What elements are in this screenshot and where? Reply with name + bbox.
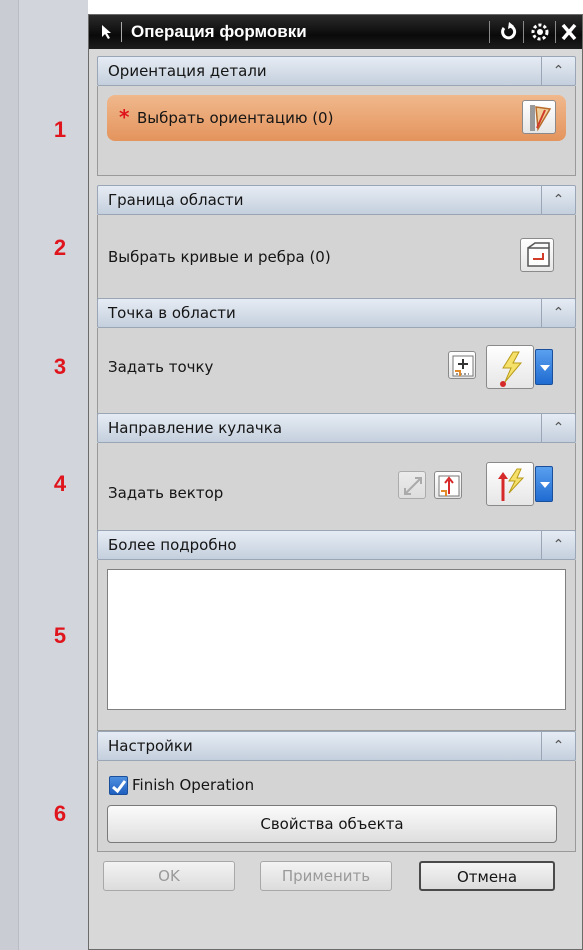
- section-body-point-in-region: Задать точку: [97, 328, 576, 416]
- section-header-region-boundary[interactable]: Граница области ⌃: [97, 185, 576, 215]
- section-body-part-orientation: * Выбрать ориентацию (0): [97, 86, 576, 176]
- chevron-up-icon[interactable]: ⌃: [541, 732, 575, 760]
- specify-vector-label: Задать вектор: [108, 484, 224, 502]
- vector-method-dropdown[interactable]: [535, 466, 553, 502]
- chevron-up-icon[interactable]: ⌃: [541, 414, 575, 442]
- inferred-point-icon[interactable]: [486, 345, 534, 389]
- select-orientation-label: Выбрать ориентацию (0): [137, 109, 334, 127]
- titlebar-separator: [121, 22, 122, 42]
- titlebar-separator: [523, 21, 524, 43]
- section-title: Граница области: [108, 191, 244, 209]
- ok-button[interactable]: OK: [103, 861, 235, 891]
- section-title: Точка в области: [108, 304, 236, 322]
- finish-operation-label: Finish Operation: [132, 776, 255, 794]
- chevron-up-icon[interactable]: ⌃: [541, 186, 575, 214]
- cancel-button[interactable]: Отмена: [419, 861, 555, 891]
- vector-dialog-icon[interactable]: [434, 471, 462, 499]
- chevron-up-icon[interactable]: ⌃: [541, 57, 575, 85]
- curve-select-icon[interactable]: [520, 238, 554, 272]
- pointer-arrow-icon: [99, 23, 117, 41]
- section-body-cam-direction: Задать вектор: [97, 443, 576, 533]
- gear-icon[interactable]: [527, 20, 553, 44]
- section-body-region-boundary: Выбрать кривые и ребра (0): [97, 215, 576, 301]
- section-title: Направление кулачка: [108, 419, 283, 437]
- section-header-point-in-region[interactable]: Точка в области ⌃: [97, 298, 576, 328]
- section-title: Более подробно: [108, 536, 237, 554]
- step-number-4: 4: [53, 471, 67, 496]
- titlebar-separator: [489, 21, 490, 43]
- section-title: Ориентация детали: [108, 62, 267, 80]
- step-number-5: 5: [53, 623, 67, 648]
- chevron-up-icon[interactable]: ⌃: [541, 531, 575, 559]
- molding-operation-dialog: Операция формовки Ориентация детали ⌃ * …: [88, 14, 583, 950]
- close-icon[interactable]: [556, 20, 582, 44]
- step-number-2: 2: [53, 235, 67, 260]
- section-header-more-details[interactable]: Более подробно ⌃: [97, 530, 576, 560]
- section-body-settings: Finish Operation Свойства объекта: [97, 761, 576, 852]
- dialog-title: Операция формовки: [131, 22, 307, 41]
- finish-operation-checkbox[interactable]: [109, 776, 128, 795]
- point-method-dropdown[interactable]: [535, 349, 553, 385]
- dialog-titlebar[interactable]: Операция формовки: [89, 15, 582, 49]
- required-marker: *: [119, 105, 130, 129]
- object-properties-button[interactable]: Свойства объекта: [107, 805, 557, 843]
- chevron-up-icon[interactable]: ⌃: [541, 299, 575, 327]
- details-text-area[interactable]: [107, 569, 566, 710]
- apply-button[interactable]: Применить: [260, 861, 392, 891]
- step-number-1: 1: [53, 117, 67, 142]
- inferred-vector-icon[interactable]: [486, 462, 534, 506]
- point-dialog-icon[interactable]: [448, 351, 476, 379]
- reset-icon[interactable]: [495, 20, 521, 44]
- orientation-icon[interactable]: [522, 100, 556, 134]
- reverse-direction-icon[interactable]: [398, 471, 426, 499]
- select-orientation-row[interactable]: * Выбрать ориентацию (0): [107, 95, 566, 141]
- section-header-part-orientation[interactable]: Ориентация детали ⌃: [97, 56, 576, 86]
- section-header-settings[interactable]: Настройки ⌃: [97, 731, 576, 761]
- step-number-6: 6: [53, 801, 67, 826]
- section-body-more-details: [97, 560, 576, 731]
- specify-point-label: Задать точку: [108, 358, 214, 376]
- section-header-cam-direction[interactable]: Направление кулачка ⌃: [97, 413, 576, 443]
- section-title: Настройки: [108, 737, 193, 755]
- select-curves-label: Выбрать кривые и ребра (0): [108, 248, 331, 266]
- step-number-3: 3: [53, 354, 67, 379]
